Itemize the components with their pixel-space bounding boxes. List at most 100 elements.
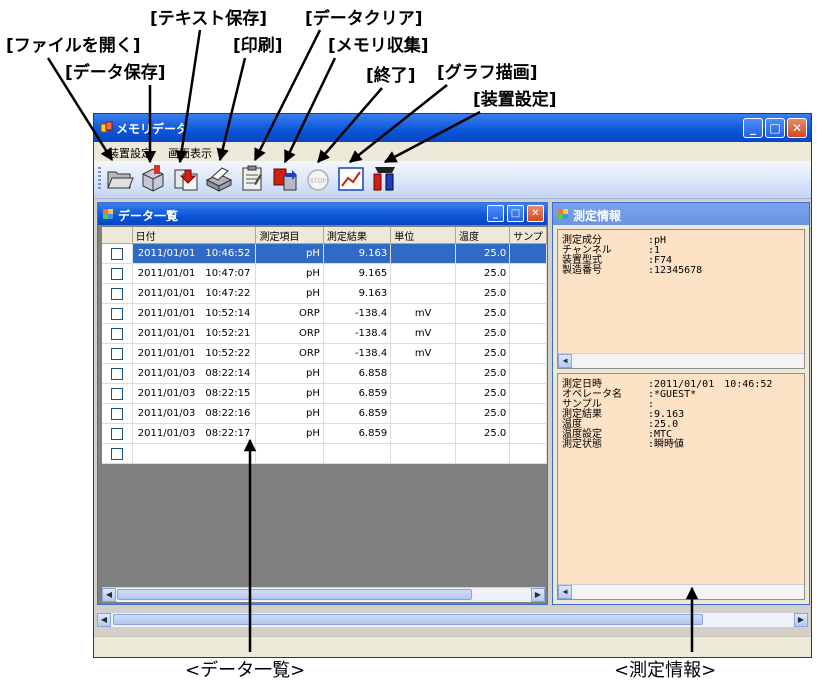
cell-unit: [390, 243, 457, 264]
window-icon: [558, 209, 568, 219]
folder-open-icon[interactable]: [105, 164, 135, 194]
device-info-hscrollbar[interactable]: ◀: [558, 353, 804, 368]
cell-sample: [509, 243, 547, 264]
title-bar[interactable]: メモリデータ _ □ ✕: [94, 114, 811, 142]
scroll-left-button[interactable]: ◀: [558, 354, 572, 368]
device-settings-icon[interactable]: [369, 164, 399, 194]
row-checkbox[interactable]: [102, 363, 133, 384]
cell-unit: [390, 283, 457, 304]
data-list-close-button[interactable]: ✕: [527, 205, 544, 222]
cell-time-value: 10:52:22: [205, 348, 251, 359]
clipboard-clear-icon[interactable]: [237, 164, 267, 194]
table-row[interactable]: 2011/01/03 08:22:14 pH 6.858 25.0: [102, 363, 547, 384]
app-icon: [100, 121, 113, 133]
save-icon[interactable]: [138, 164, 168, 194]
cell-date-value: 2011/01/01: [137, 328, 196, 339]
scroll-right-button[interactable]: ▶: [794, 613, 808, 627]
cell-time-value: 10:52:21: [205, 328, 251, 339]
table-row[interactable]: 2011/01/03 08:22:16 pH 6.859 25.0: [102, 403, 547, 424]
memory-collect-icon[interactable]: [270, 164, 300, 194]
row-checkbox-box[interactable]: [110, 267, 123, 280]
scroll-left-button[interactable]: ◀: [97, 613, 111, 627]
cell-time-value: 08:22:17: [205, 428, 251, 439]
row-checkbox[interactable]: [102, 443, 133, 464]
col-temp[interactable]: 温度: [455, 227, 511, 244]
row-checkbox[interactable]: [102, 283, 133, 304]
cell-date: 2011/01/01 10:52:14: [132, 303, 257, 324]
col-item[interactable]: 測定項目: [255, 227, 324, 244]
row-checkbox[interactable]: [102, 263, 133, 284]
row-checkbox-box[interactable]: [110, 447, 123, 460]
cell-date: 2011/01/01 10:46:52: [132, 243, 257, 264]
menu-view[interactable]: 画面表示: [168, 145, 212, 161]
table-row[interactable]: 2011/01/01 10:52:14 ORP -138.4 mV 25.0: [102, 303, 547, 324]
row-checkbox-box[interactable]: [110, 307, 123, 320]
row-checkbox[interactable]: [102, 423, 133, 444]
col-unit[interactable]: 単位: [390, 227, 457, 244]
window-title: メモリデータ: [116, 122, 189, 136]
measurement-info-title-bar[interactable]: 測定情報: [553, 203, 809, 225]
row-checkbox-box[interactable]: [110, 347, 123, 360]
row-checkbox-box[interactable]: [110, 407, 123, 420]
data-list-title-bar[interactable]: データ一覧 _ □ ✕: [98, 203, 547, 225]
scroll-left-button[interactable]: ◀: [102, 588, 116, 602]
table-row[interactable]: 2011/01/01 10:52:21 ORP -138.4 mV 25.0: [102, 323, 547, 344]
col-sample[interactable]: サンプ: [509, 227, 547, 244]
table-row[interactable]: 2011/01/01 10:52:22 ORP -138.4 mV 25.0: [102, 343, 547, 364]
toolbar-grip[interactable]: [98, 167, 101, 191]
close-button[interactable]: ✕: [787, 118, 807, 138]
cell-result: 6.858: [323, 363, 392, 384]
cell-date-value: 2011/01/03: [137, 408, 196, 419]
col-checkbox[interactable]: [102, 227, 133, 244]
cell-temp: 25.0: [455, 243, 511, 264]
row-checkbox-box[interactable]: [110, 387, 123, 400]
table-row[interactable]: 2011/01/01 10:47:22 pH 9.163 25.0: [102, 283, 547, 304]
col-result[interactable]: 測定結果: [323, 227, 392, 244]
callout-data-save: [データ保存]: [65, 63, 166, 83]
minimize-button[interactable]: _: [743, 118, 763, 138]
table-row[interactable]: 2011/01/01 10:47:07 pH 9.165 25.0: [102, 263, 547, 284]
text-save-icon[interactable]: [171, 164, 201, 194]
scroll-thumb[interactable]: [113, 614, 703, 625]
scroll-left-button[interactable]: ◀: [558, 585, 572, 599]
row-checkbox[interactable]: [102, 243, 133, 264]
maximize-button[interactable]: □: [765, 118, 785, 138]
stop-icon[interactable]: STOP: [303, 164, 333, 194]
caption-measurement-info: <測定情報>: [614, 660, 717, 681]
row-checkbox-box[interactable]: [110, 327, 123, 340]
table-row[interactable]: 2011/01/03 08:22:17 pH 6.859 25.0: [102, 423, 547, 444]
row-checkbox[interactable]: [102, 343, 133, 364]
cell-item: ORP: [255, 323, 324, 344]
row-checkbox[interactable]: [102, 403, 133, 424]
main-window: メモリデータ _ □ ✕ 装置設定 画面表示 STOP データ一覧 _ □ ✕ …: [93, 113, 812, 658]
cell-sample: [509, 323, 547, 344]
row-checkbox[interactable]: [102, 383, 133, 404]
graph-icon[interactable]: [336, 164, 366, 194]
measurement-detail-hscrollbar[interactable]: ◀: [558, 584, 804, 599]
row-checkbox[interactable]: [102, 303, 133, 324]
table-row[interactable]: 2011/01/03 08:22:15 pH 6.859 25.0: [102, 383, 547, 404]
data-list-hscrollbar[interactable]: ◀ ▶: [102, 587, 545, 602]
main-hscrollbar[interactable]: ◀ ▶: [97, 612, 808, 627]
scroll-thumb[interactable]: [117, 589, 472, 600]
cell-item: pH: [255, 403, 324, 424]
table-row[interactable]: 2011/01/01 10:46:52 pH 9.163 25.0: [102, 243, 547, 264]
row-checkbox-box[interactable]: [110, 287, 123, 300]
printer-icon[interactable]: [204, 164, 234, 194]
row-checkbox[interactable]: [102, 323, 133, 344]
row-checkbox-box[interactable]: [110, 247, 123, 260]
data-list-minimize-button[interactable]: _: [487, 205, 504, 222]
col-date[interactable]: 日付: [132, 227, 257, 244]
data-list-maximize-button[interactable]: □: [507, 205, 524, 222]
cell-temp: 25.0: [455, 343, 511, 364]
menu-device-settings[interactable]: 装置設定: [108, 145, 152, 161]
scroll-right-button[interactable]: ▶: [531, 588, 545, 602]
cell-unit: [390, 423, 457, 444]
table-row-empty[interactable]: [102, 443, 547, 464]
callout-data-clear: [データクリア]: [305, 9, 423, 29]
window-icon: [103, 209, 113, 219]
cell-time-value: 10:47:07: [205, 268, 251, 279]
measurement-info-window: 測定情報 測定成分:pH チャンネル:1 装置型式:F74 製造番号:12345678…: [552, 202, 810, 605]
row-checkbox-box[interactable]: [110, 427, 123, 440]
row-checkbox-box[interactable]: [110, 367, 123, 380]
